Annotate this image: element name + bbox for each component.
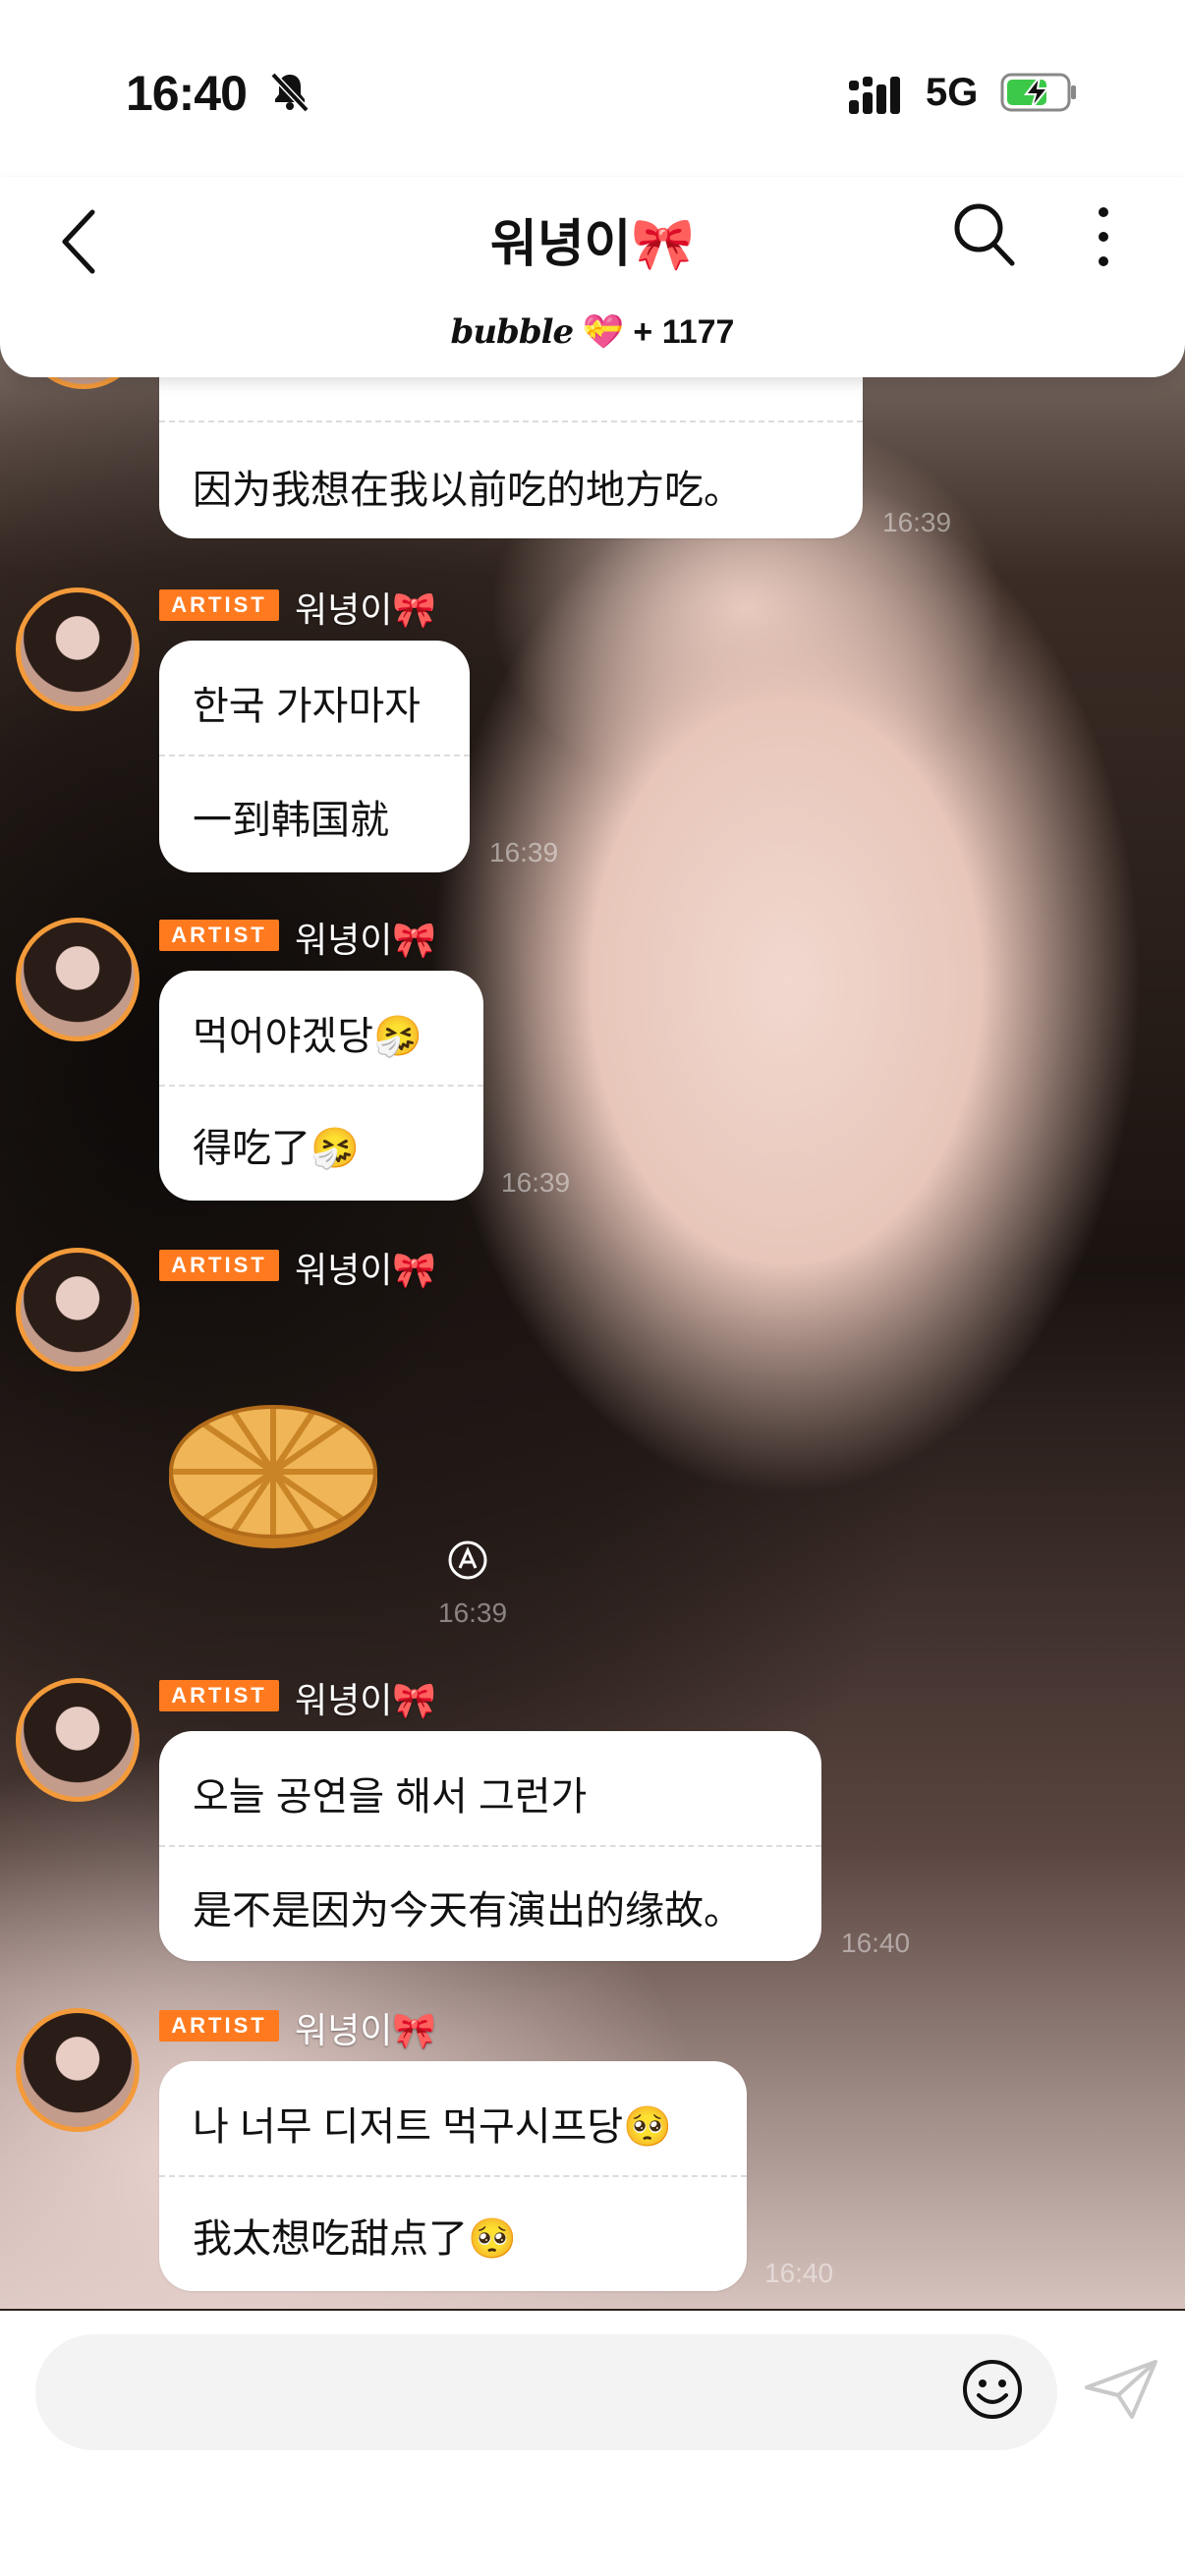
translation-divider: [159, 755, 470, 756]
status-bar: 16:40 5G: [0, 0, 1185, 177]
message-bubble: 因为我想在我以前吃的地方吃。: [159, 354, 863, 538]
message-text: 먹어야겠당🤧: [193, 1015, 423, 1058]
chat-header: 워녕이🎀 bubble 💝 + 1177: [0, 177, 1185, 377]
sender-name: 워녕이🎀: [295, 589, 437, 630]
artist-badge: ARTIST: [159, 920, 279, 951]
message-time: 16:40: [841, 1928, 911, 1958]
bubble-heart-icon: 💝: [582, 313, 624, 351]
translation-divider: [159, 1845, 821, 1847]
translation-divider: [159, 2175, 747, 2177]
sender-name: 워녕이🎀: [295, 1680, 437, 1720]
artist-avatar[interactable]: [16, 588, 140, 711]
message-translation: 我太想吃甜点了🥺: [193, 2217, 517, 2261]
message-time: 16:39: [501, 1167, 571, 1198]
message-time: 16:39: [882, 507, 952, 537]
message-time: 16:39: [489, 837, 559, 868]
artist-badge: ARTIST: [159, 1680, 279, 1711]
message-text: 한국 가자마자: [193, 685, 421, 728]
message-bubble: 먹어야겠당🤧 得吃了🤧: [159, 971, 483, 1201]
message-translation: 是不是因为今天有演出的缘故。: [193, 1889, 743, 1932]
message-time: 16:40: [764, 2258, 834, 2288]
more-options-icon[interactable]: [1089, 204, 1118, 269]
auto-translate-icon[interactable]: [446, 1539, 489, 1582]
network-type: 5G: [926, 71, 979, 114]
artist-badge: ARTIST: [159, 589, 279, 621]
message-text: 오늘 공연을 해서 그런가: [193, 1775, 588, 1819]
message-bubble: 오늘 공연을 해서 그런가 是不是因为今天有演出的缘故。: [159, 1731, 821, 1961]
battery-charging-icon: [1000, 73, 1076, 112]
mute-bell-icon: [270, 72, 310, 113]
message-translation: 得吃了🤧: [193, 1127, 360, 1170]
artist-avatar[interactable]: [16, 2008, 140, 2132]
artist-avatar[interactable]: [16, 1248, 140, 1372]
message-bubble: 나 너무 디저트 먹구시프당🥺 我太想吃甜点了🥺: [159, 2061, 747, 2291]
artist-avatar[interactable]: [16, 1678, 140, 1802]
translation-divider: [159, 1085, 483, 1087]
bubble-subscription-row: bubble 💝 + 1177: [0, 312, 1185, 352]
sender-name: 워녕이🎀: [295, 920, 437, 960]
message-input-bar: [0, 2311, 1185, 2576]
sender-name: 워녕이🎀: [295, 1250, 437, 1290]
cellular-signal-icon: [849, 77, 900, 114]
emoji-icon[interactable]: [961, 2358, 1024, 2421]
sender-name: 워녕이🎀: [295, 2010, 437, 2050]
message-time: 16:39: [438, 1597, 508, 1628]
message-bubble: 한국 가자마자 一到韩国就: [159, 641, 470, 872]
waffle-sticker[interactable]: [165, 1395, 381, 1552]
message-translation: 因为我想在我以前吃的地方吃。: [193, 469, 743, 512]
status-time: 16:40: [126, 66, 248, 121]
message-translation: 一到韩国就: [193, 799, 389, 842]
artist-badge: ARTIST: [159, 2010, 279, 2042]
translation-divider: [159, 420, 863, 422]
artist-avatar[interactable]: [16, 918, 140, 1041]
message-text: 나 너무 디저트 먹구시프당🥺: [193, 2105, 672, 2149]
message-input[interactable]: [35, 2334, 1057, 2450]
bubble-label: bubble: [450, 312, 575, 352]
send-icon[interactable]: [1083, 2358, 1159, 2421]
search-icon[interactable]: [951, 198, 1016, 267]
artist-badge: ARTIST: [159, 1250, 279, 1281]
bubble-count: + 1177: [633, 313, 735, 351]
